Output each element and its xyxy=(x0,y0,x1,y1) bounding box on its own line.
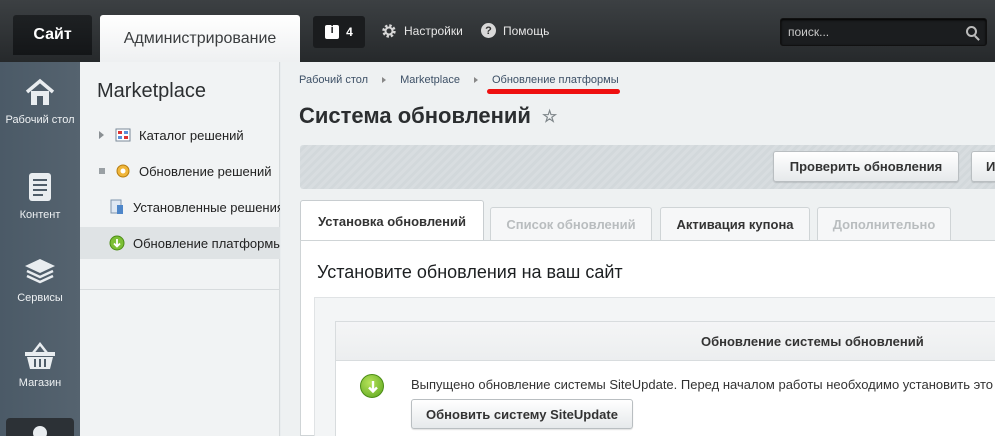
main-content: Рабочий стол Marketplace Обновление плат… xyxy=(281,62,995,436)
bullet xyxy=(99,168,105,174)
panel-title: Установите обновления на ваш сайт xyxy=(317,262,623,282)
tab-updates-list[interactable]: Список обновлений xyxy=(490,207,652,240)
tab-coupon-activation[interactable]: Активация купона xyxy=(660,207,810,240)
help-label: Помощь xyxy=(503,23,550,38)
sidebar-item-label: Каталог решений xyxy=(139,127,244,143)
menu-shop-label: Магазин xyxy=(18,377,62,389)
menu-content-label: Контент xyxy=(19,209,61,221)
menu-desktop[interactable]: Рабочий стол xyxy=(0,78,80,127)
update-message: Выпущено обновление системы SiteUpdate. … xyxy=(411,377,995,392)
tab-additional[interactable]: Дополнительно xyxy=(817,207,951,240)
settings-link[interactable]: Настройки xyxy=(381,23,463,39)
panel-inner: Обновление системы обновлений Выпущено о… xyxy=(314,297,995,436)
document-icon xyxy=(29,173,51,201)
sidebar-item-label: Установленные решения xyxy=(133,199,280,215)
menu-services-label: Сервисы xyxy=(17,292,63,304)
toolbar-second-button[interactable]: И xyxy=(971,151,995,182)
settings-label: Настройки xyxy=(404,24,463,38)
tab-panel: Установите обновления на ваш сайт Обновл… xyxy=(300,240,995,436)
sidebar-item-label: Обновление решений xyxy=(139,163,272,179)
page-title: Система обновлений xyxy=(299,103,531,128)
sidebar-item-solutions-update[interactable]: Обновление решений xyxy=(80,155,280,187)
layers-icon xyxy=(25,259,55,284)
section-header-label: Обновление системы обновлений xyxy=(701,334,924,349)
sidebar-item-installed[interactable]: Установленные решения xyxy=(80,191,280,223)
sidebar-item-label: Обновление платформы xyxy=(133,235,280,251)
search-box xyxy=(780,18,987,46)
top-bar: Сайт Администрирование 4 Настройки ? Пом… xyxy=(0,0,995,62)
notifications-count: 4 xyxy=(346,25,353,39)
search-input[interactable] xyxy=(781,19,956,45)
breadcrumb-platform-update[interactable]: Обновление платформы xyxy=(492,74,619,86)
search-icon[interactable] xyxy=(966,26,977,37)
page-title-row: Система обновлений ☆ xyxy=(299,103,559,129)
user-icon xyxy=(33,426,47,436)
favorite-star-icon[interactable]: ☆ xyxy=(542,108,559,125)
menu-next-item[interactable] xyxy=(6,418,74,436)
left-icon-menu: Рабочий стол Контент Сервисы Магазин xyxy=(0,62,80,436)
sidebar-item-catalog[interactable]: Каталог решений xyxy=(80,119,280,151)
check-updates-button[interactable]: Проверить обновления xyxy=(773,151,959,182)
help-link[interactable]: ? Помощь xyxy=(481,23,549,38)
breadcrumb-separator-icon xyxy=(473,77,478,83)
menu-services[interactable]: Сервисы xyxy=(0,256,80,305)
notifications-button[interactable]: 4 xyxy=(313,16,365,48)
breadcrumb: Рабочий стол Marketplace Обновление плат… xyxy=(299,74,620,94)
notification-icon xyxy=(325,24,340,39)
platform-update-icon xyxy=(109,235,125,251)
update-section: Обновление системы обновлений Выпущено о… xyxy=(335,321,995,436)
update-siteupdate-button[interactable]: Обновить систему SiteUpdate xyxy=(411,399,633,429)
menu-content[interactable]: Контент xyxy=(0,171,80,222)
tab-install-updates[interactable]: Установка обновлений xyxy=(300,200,484,241)
menu-desktop-label: Рабочий стол xyxy=(5,114,75,126)
catalog-icon xyxy=(115,128,131,142)
installed-icon xyxy=(110,199,123,214)
gear-update-icon xyxy=(116,164,130,178)
menu-shop[interactable]: Магазин xyxy=(0,341,80,390)
gear-icon xyxy=(382,24,396,38)
highlight-underline xyxy=(487,89,620,94)
home-icon xyxy=(25,78,55,105)
help-icon: ? xyxy=(481,23,496,38)
tab-site[interactable]: Сайт xyxy=(13,15,92,55)
breadcrumb-separator-icon xyxy=(382,77,387,83)
breadcrumb-marketplace[interactable]: Marketplace xyxy=(400,74,460,86)
basket-icon xyxy=(25,341,55,369)
divider xyxy=(80,289,280,290)
section-header: Обновление системы обновлений xyxy=(336,322,995,361)
sidebar: Marketplace Каталог решений Обновление р… xyxy=(80,62,280,436)
update-arrow-icon xyxy=(360,374,384,398)
tab-administration[interactable]: Администрирование xyxy=(100,15,300,62)
toolbar: Проверить обновления И xyxy=(300,145,995,189)
sidebar-title: Marketplace xyxy=(97,80,206,102)
breadcrumb-desktop[interactable]: Рабочий стол xyxy=(299,74,368,86)
sidebar-item-platform-update[interactable]: Обновление платформы xyxy=(80,227,280,259)
expand-arrow-icon[interactable] xyxy=(99,131,104,139)
